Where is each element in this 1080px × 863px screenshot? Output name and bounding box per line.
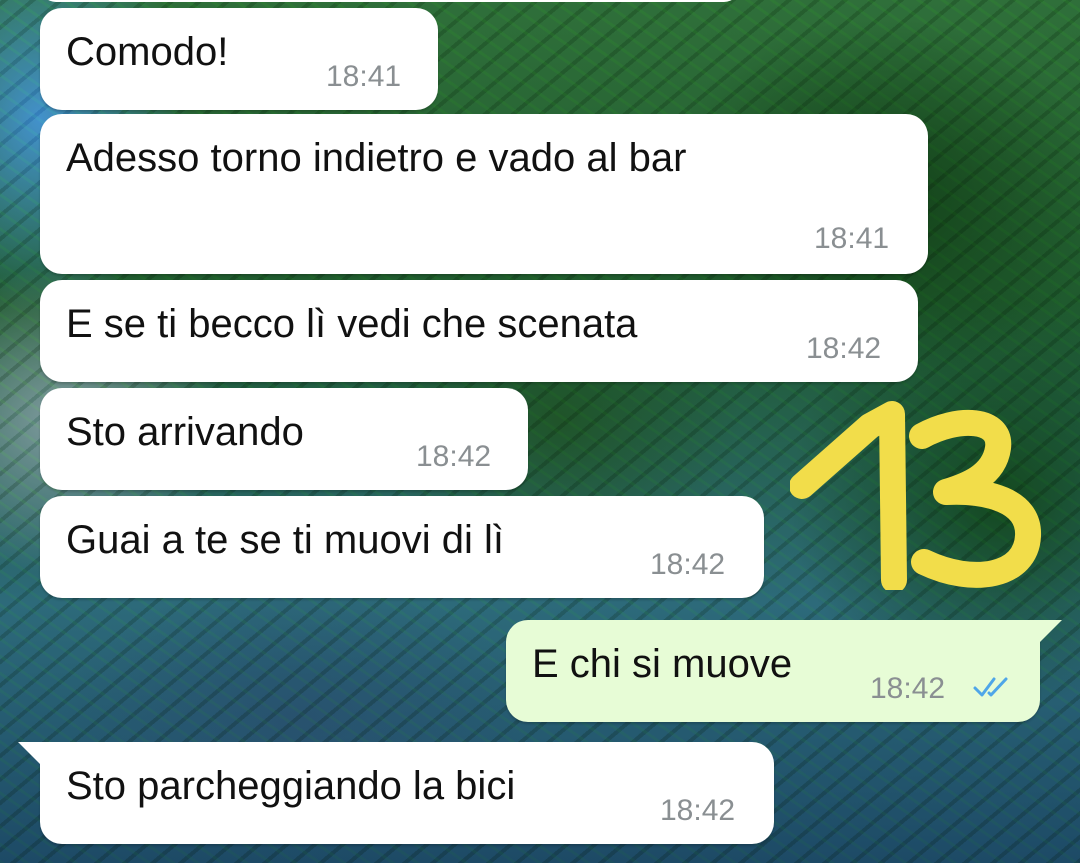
message-bubble[interactable]: Guai a te se ti muovi di lì 18:42 <box>40 496 764 598</box>
message-bubble[interactable]: Sto arrivando 18:42 <box>40 388 528 490</box>
message-text: E chi si muove <box>532 642 793 686</box>
message-time: 18:41 <box>326 60 402 93</box>
handwritten-number-13 <box>790 401 1041 590</box>
message-bubble[interactable]: E se ti becco lì vedi che scenata 18:42 <box>40 280 918 382</box>
message-bubble[interactable]: Adesso torno indietro e vado al bar 18:4… <box>40 114 928 274</box>
message-bubble-outgoing[interactable]: E chi si muove 18:42 <box>506 620 1040 722</box>
message-text: Comodo! <box>66 30 229 74</box>
message-time: 18:42 <box>416 440 492 473</box>
message-text: E se ti becco lì vedi che scenata <box>66 302 638 346</box>
double-check-icon <box>973 677 1008 697</box>
message-text: Sto parcheggiando la bici <box>66 764 516 808</box>
message-time: 18:42 <box>870 672 946 705</box>
message-time: 18:41 <box>814 222 890 255</box>
message-bubble[interactable]: Comodo! 18:41 <box>40 8 438 110</box>
message-time: 18:42 <box>660 794 736 827</box>
bubble-tail-incoming <box>18 742 40 764</box>
bubble-tail-outgoing <box>1040 620 1062 642</box>
message-text: Sto arrivando <box>66 410 304 454</box>
message-bubble[interactable]: Sto parcheggiando la bici 18:42 <box>40 742 774 844</box>
previous-message-bubble-partial[interactable] <box>40 0 740 2</box>
message-time: 18:42 <box>650 548 726 581</box>
message-time: 18:42 <box>806 332 882 365</box>
message-text: Guai a te se ti muovi di lì <box>66 518 504 562</box>
message-text: Adesso torno indietro e vado al bar <box>66 136 687 180</box>
